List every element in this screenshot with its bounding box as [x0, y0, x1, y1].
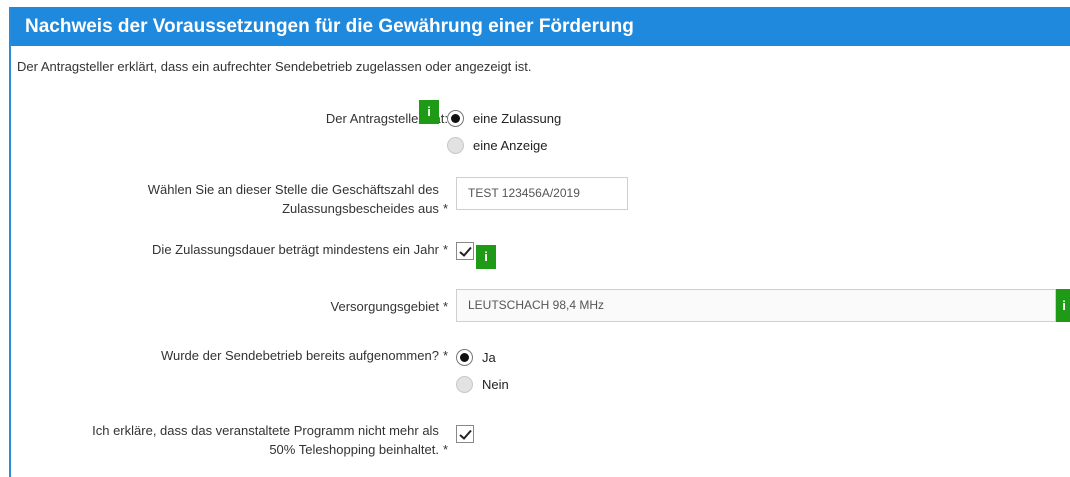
intro-text: Der Antragsteller erklärt, dass ein aufr…	[17, 59, 532, 74]
zulassungsdauer-label: Die Zulassungsdauer beträgt mindestens e…	[152, 242, 448, 257]
radio-nein-control[interactable]	[456, 375, 473, 393]
teleshopping-label: Ich erkläre, dass das veranstaltete Prog…	[92, 421, 448, 459]
teleshopping-label-line1: Ich erkläre, dass das veranstaltete Prog…	[92, 423, 439, 438]
required-marker: *	[442, 201, 448, 216]
radio-nein[interactable]: Nein	[456, 374, 509, 394]
versorgungsgebiet-info-icon[interactable]: i	[1056, 289, 1070, 322]
geschaeftszahl-label-line2: Zulassungsbescheides aus *	[282, 201, 448, 216]
radio-anzeige-control[interactable]	[447, 136, 464, 154]
required-marker: *	[442, 442, 448, 457]
geschaeftszahl-label-line1: Wählen Sie an dieser Stelle die Geschäft…	[147, 182, 439, 197]
teleshopping-checkbox[interactable]	[456, 425, 474, 443]
zulassungsdauer-info-icon[interactable]: i	[476, 245, 496, 269]
geschaeftszahl-input[interactable]: TEST 123456A/2019	[456, 177, 628, 210]
radio-ja[interactable]: Ja	[456, 347, 496, 367]
radio-anzeige[interactable]: eine Anzeige	[447, 135, 547, 155]
panel-title: Nachweis der Voraussetzungen für die Gew…	[11, 7, 1070, 46]
radio-zulassung-label: eine Zulassung	[473, 110, 562, 126]
radio-zulassung[interactable]: eine Zulassung	[447, 108, 561, 128]
checkmark-icon	[458, 246, 472, 257]
antragsteller-info-icon[interactable]: i	[419, 100, 439, 124]
versorgungsgebiet-select[interactable]: LEUTSCHACH 98,4 MHz	[456, 289, 1056, 322]
required-marker: *	[442, 348, 448, 363]
zulassungsdauer-checkbox[interactable]	[456, 242, 474, 260]
checkmark-icon	[458, 429, 472, 440]
required-marker: *	[442, 242, 448, 257]
required-marker: *	[442, 299, 448, 314]
radio-ja-label: Ja	[482, 349, 496, 365]
radio-ja-control[interactable]	[456, 348, 473, 366]
radio-zulassung-control[interactable]	[447, 109, 464, 127]
radio-anzeige-label: eine Anzeige	[473, 137, 548, 153]
sendebetrieb-label: Wurde der Sendebetrieb bereits aufgenomm…	[160, 348, 448, 363]
teleshopping-label-line2: 50% Teleshopping beinhaltet. *	[269, 442, 448, 457]
versorgungsgebiet-label: Versorgungsgebiet *	[330, 299, 448, 314]
geschaeftszahl-label: Wählen Sie an dieser Stelle die Geschäft…	[148, 180, 448, 218]
radio-nein-label: Nein	[482, 376, 509, 392]
